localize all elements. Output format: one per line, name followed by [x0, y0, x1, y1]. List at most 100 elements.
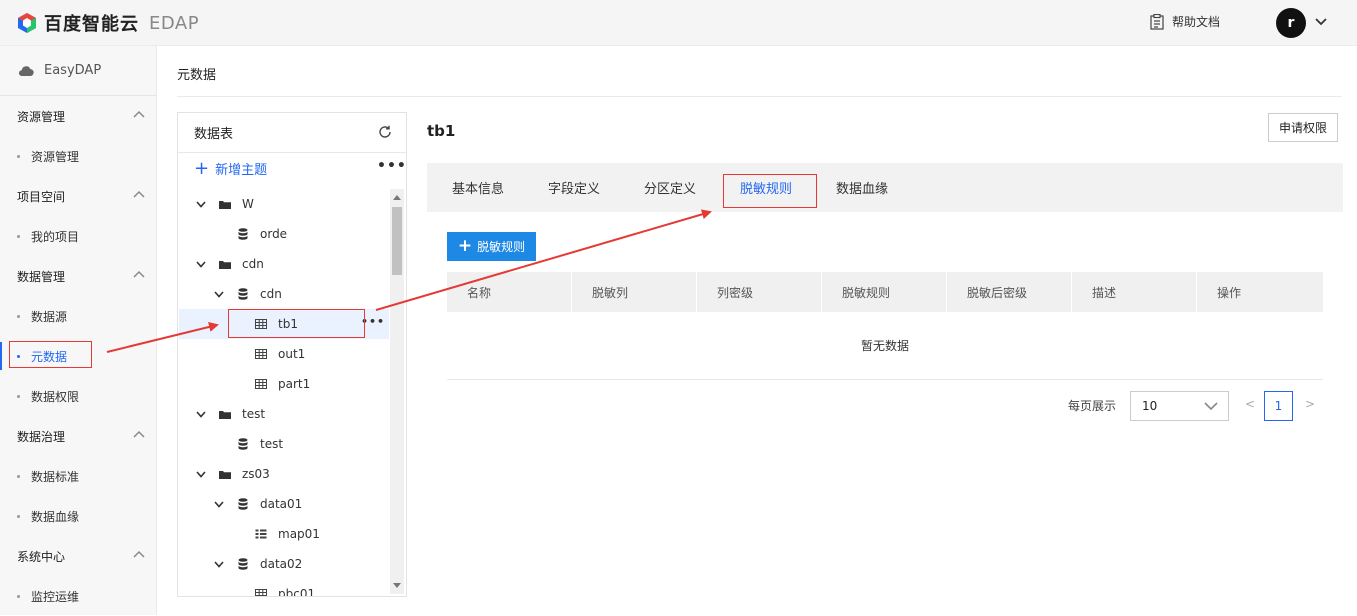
tree-node-folder[interactable]: cdn [194, 249, 264, 279]
help-docs-link[interactable]: 帮助文档 [1150, 13, 1220, 30]
tree-node-table[interactable]: pbc01 [254, 579, 316, 597]
tree-scrollbar[interactable] [390, 189, 404, 594]
column-header-masked-column[interactable]: 脱敏列 [572, 272, 697, 312]
column-header-name[interactable]: 名称 [447, 272, 572, 312]
item-label: 数据权限 [31, 389, 80, 404]
prev-page-button[interactable]: < [1245, 397, 1255, 411]
tab-data-lineage[interactable]: 数据血缘 [836, 163, 888, 212]
group-label: 系统中心 [17, 549, 66, 564]
database-icon [236, 288, 250, 300]
table-icon [254, 349, 268, 359]
chevron-down-icon[interactable] [194, 410, 208, 418]
tree-node-table[interactable]: part1 [254, 369, 310, 399]
tree-node-database[interactable]: orde [236, 219, 287, 249]
chevron-down-icon[interactable] [212, 290, 226, 298]
sidebar-item-monitoring[interactable]: 监控运维 [0, 576, 157, 616]
brand-name: 百度智能云 [44, 14, 139, 35]
chevron-down-icon[interactable] [212, 560, 226, 568]
node-label: part1 [278, 377, 311, 391]
item-label: 监控运维 [31, 589, 80, 604]
node-label: orde [260, 227, 288, 241]
database-icon [236, 558, 250, 570]
chevron-down-icon[interactable] [1315, 16, 1327, 28]
detail-tabs: 基本信息 字段定义 分区定义 脱敏规则 数据血缘 [427, 163, 1343, 212]
apply-permission-button[interactable]: 申请权限 [1268, 113, 1338, 142]
more-icon[interactable]: ••• [377, 158, 406, 174]
sidebar-item-data-permission[interactable]: 数据权限 [0, 376, 157, 416]
item-label: 数据标准 [31, 469, 80, 484]
folder-icon [218, 470, 232, 479]
node-label: pbc01 [278, 587, 316, 597]
add-rule-label: 脱敏规则 [477, 240, 526, 254]
chevron-up-icon [133, 270, 145, 278]
tree-node-database[interactable]: data01 [212, 489, 302, 519]
brand-logo[interactable]: 百度智能云 EDAP [16, 10, 199, 36]
product-name: EasyDAP [44, 63, 102, 78]
sidebar-group-data-management[interactable]: 数据管理 [0, 256, 157, 296]
item-label: 数据源 [31, 309, 68, 324]
sidebar-group-resource[interactable]: 资源管理 [0, 96, 157, 136]
column-header-actions[interactable]: 操作 [1197, 272, 1323, 312]
tab-basic-info[interactable]: 基本信息 [452, 163, 504, 212]
plus-icon: + [194, 157, 210, 179]
divider [177, 96, 1342, 97]
tree-node-table[interactable]: out1 [254, 339, 305, 369]
scroll-thumb[interactable] [392, 207, 402, 275]
plus-icon: + [457, 236, 473, 256]
scroll-down-icon[interactable] [393, 583, 401, 588]
top-bar: 百度智能云 EDAP 帮助文档 r [0, 0, 1357, 46]
page-title: 元数据 [177, 68, 217, 83]
sidebar-group-project[interactable]: 项目空间 [0, 176, 157, 216]
item-label: 数据血缘 [31, 509, 80, 524]
tree-node-database[interactable]: data02 [212, 549, 302, 579]
chevron-down-icon[interactable] [194, 260, 208, 268]
next-page-button[interactable]: > [1305, 397, 1315, 411]
sidebar-group-data-governance[interactable]: 数据治理 [0, 416, 157, 456]
tree-title: 数据表 [194, 127, 234, 142]
sidebar-item-data-standard[interactable]: 数据标准 [0, 456, 157, 496]
baidu-cloud-logo-icon [16, 12, 38, 34]
chevron-down-icon[interactable] [212, 500, 226, 508]
group-label: 数据治理 [17, 429, 66, 444]
add-masking-rule-button[interactable]: + 脱敏规则 [447, 232, 536, 261]
tree-node-folder[interactable]: test [194, 399, 265, 429]
folder-icon [218, 200, 232, 209]
node-label: cdn [260, 287, 282, 301]
tab-partition-definition[interactable]: 分区定义 [644, 163, 696, 212]
sidebar-item-data-lineage[interactable]: 数据血缘 [0, 496, 157, 536]
chevron-up-icon [133, 430, 145, 438]
tree-node-folder[interactable]: W [194, 189, 254, 219]
refresh-icon[interactable] [378, 125, 392, 139]
tab-field-definition[interactable]: 字段定义 [548, 163, 600, 212]
chevron-up-icon [133, 550, 145, 558]
add-topic-button[interactable]: + 新增主题 [194, 159, 267, 178]
node-label: test [242, 407, 266, 421]
sidebar-item-resource-management[interactable]: 资源管理 [0, 136, 157, 176]
tree-node-folder[interactable]: zs03 [194, 459, 270, 489]
sidebar-product[interactable]: EasyDAP [0, 46, 156, 96]
per-page-select[interactable]: 10 [1130, 391, 1229, 421]
column-header-masked-level[interactable]: 脱敏后密级 [947, 272, 1072, 312]
scroll-up-icon[interactable] [393, 195, 401, 200]
node-label: data02 [260, 557, 303, 571]
node-label: map01 [278, 527, 320, 541]
avatar[interactable]: r [1276, 8, 1306, 38]
tree-node-map[interactable]: map01 [254, 519, 320, 549]
table-tree-panel: 数据表 + 新增主题 ••• W orde cdn cdn tb1 ••• ou… [177, 112, 407, 597]
tree-node-database[interactable]: cdn [212, 279, 282, 309]
column-header-description[interactable]: 描述 [1072, 272, 1197, 312]
tree-header: 数据表 [178, 113, 406, 153]
column-header-column-level[interactable]: 列密级 [697, 272, 822, 312]
column-header-masking-rule[interactable]: 脱敏规则 [822, 272, 947, 312]
node-label: test [260, 437, 284, 451]
tree-node-database[interactable]: test [236, 429, 283, 459]
sidebar-item-my-projects[interactable]: 我的项目 [0, 216, 157, 256]
chevron-down-icon[interactable] [194, 200, 208, 208]
sidebar-item-data-source[interactable]: 数据源 [0, 296, 157, 336]
per-page-value: 10 [1142, 399, 1158, 413]
chevron-down-icon [1204, 402, 1218, 411]
sidebar-group-system-center[interactable]: 系统中心 [0, 536, 157, 576]
group-label: 资源管理 [17, 109, 66, 124]
chevron-down-icon[interactable] [194, 470, 208, 478]
page-1-button[interactable]: 1 [1264, 391, 1293, 421]
